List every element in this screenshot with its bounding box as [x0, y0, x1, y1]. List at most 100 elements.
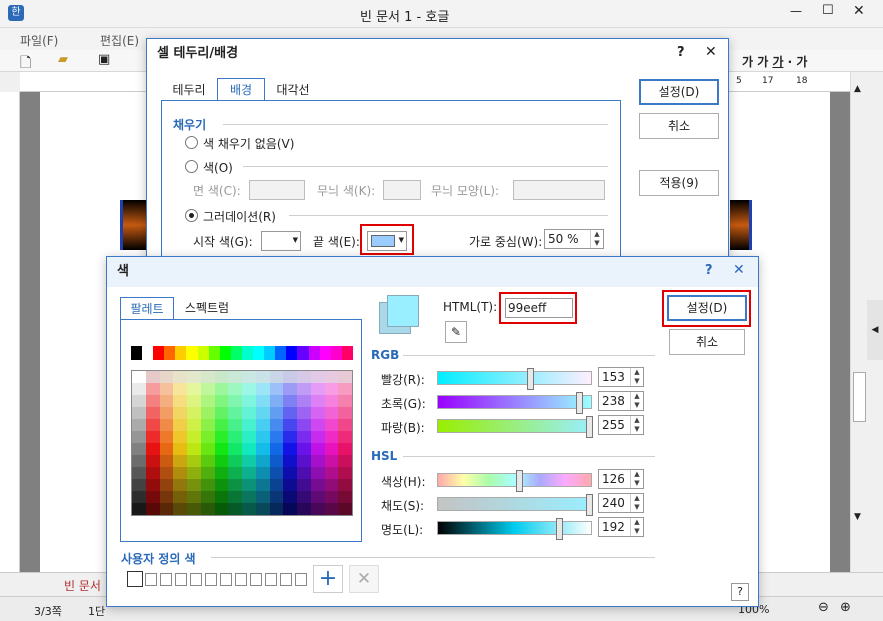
palette-cell[interactable] — [242, 371, 256, 383]
palette-cell[interactable] — [187, 479, 201, 491]
palette-cell[interactable] — [187, 467, 201, 479]
palette-cell[interactable] — [242, 383, 256, 395]
palette-cell[interactable] — [228, 407, 242, 419]
custom-color-slot[interactable] — [250, 573, 262, 586]
eyedropper-icon[interactable]: ✎ — [445, 321, 467, 343]
palette-cell[interactable] — [145, 443, 160, 455]
palette-cell[interactable] — [310, 407, 325, 419]
palette-swatch[interactable] — [197, 346, 209, 360]
palette-cell[interactable] — [297, 491, 311, 503]
palette-cell[interactable] — [324, 491, 339, 503]
hue-slider[interactable] — [437, 470, 592, 492]
spinner-arrows-icon[interactable]: ▲ ▼ — [630, 368, 643, 386]
add-custom-color-icon[interactable]: + — [313, 565, 343, 593]
palette-cell[interactable] — [255, 455, 270, 467]
palette-swatch[interactable] — [319, 346, 331, 360]
sat-slider-thumb[interactable] — [586, 494, 593, 516]
palette-cell[interactable] — [200, 383, 215, 395]
side-collapse-icon[interactable]: ◀ — [867, 300, 883, 360]
palette-swatch[interactable] — [286, 346, 298, 360]
palette-cell[interactable] — [214, 503, 229, 515]
menu-edit[interactable]: 편집(E) — [100, 32, 139, 49]
palette-cell[interactable] — [159, 491, 174, 503]
palette-cell[interactable] — [283, 503, 297, 515]
palette-cell[interactable] — [255, 371, 270, 383]
palette-cell[interactable] — [159, 383, 174, 395]
palette-cell[interactable] — [255, 467, 270, 479]
palette-cell[interactable] — [228, 383, 242, 395]
palette-cell[interactable] — [159, 479, 174, 491]
palette-cell[interactable] — [132, 503, 146, 515]
palette-cell[interactable] — [283, 479, 297, 491]
palette-cell[interactable] — [338, 395, 352, 407]
cell-ok-button[interactable]: 설정(D) — [639, 79, 719, 105]
palette-cell[interactable] — [338, 407, 352, 419]
palette-cell[interactable] — [173, 443, 187, 455]
palette-cell[interactable] — [338, 431, 352, 443]
palette-cell[interactable] — [269, 503, 284, 515]
palette-cell[interactable] — [214, 383, 229, 395]
palette-cell[interactable] — [132, 383, 146, 395]
tab-palette[interactable]: 팔레트 — [120, 297, 174, 319]
lum-spinner[interactable]: 192 ▲ ▼ — [598, 517, 644, 537]
palette-cell[interactable] — [283, 419, 297, 431]
palette-cell[interactable] — [255, 503, 270, 515]
palette-cell[interactable] — [324, 503, 339, 515]
palette-cell[interactable] — [338, 371, 352, 383]
palette-cell[interactable] — [173, 479, 187, 491]
palette-cell[interactable] — [310, 419, 325, 431]
palette-cell[interactable] — [283, 407, 297, 419]
palette-cell[interactable] — [228, 491, 242, 503]
palette-cell[interactable] — [214, 431, 229, 443]
palette-cell[interactable] — [145, 467, 160, 479]
palette-cell[interactable] — [187, 383, 201, 395]
palette-cell[interactable] — [338, 467, 352, 479]
palette-cell[interactable] — [173, 371, 187, 383]
zoom-in-icon[interactable]: ⊕ — [840, 600, 851, 615]
palette-swatch[interactable] — [208, 346, 220, 360]
blue-spinner[interactable]: 255 ▲ ▼ — [598, 415, 644, 435]
palette-cell[interactable] — [132, 467, 146, 479]
palette-cell[interactable] — [324, 419, 339, 431]
palette-cell[interactable] — [145, 383, 160, 395]
palette-cell[interactable] — [200, 455, 215, 467]
palette-swatch[interactable] — [264, 346, 276, 360]
palette-cell[interactable] — [338, 443, 352, 455]
doc-tab[interactable]: 빈 문서 — [64, 577, 101, 594]
palette-cell[interactable] — [324, 431, 339, 443]
custom-color-slot[interactable] — [160, 573, 172, 586]
palette-cell[interactable] — [324, 407, 339, 419]
custom-color-slot[interactable] — [205, 573, 217, 586]
palette-cell[interactable] — [173, 503, 187, 515]
palette-cell[interactable] — [228, 395, 242, 407]
custom-current-swatch[interactable] — [127, 571, 143, 587]
sat-slider[interactable] — [437, 494, 593, 516]
palette-cell[interactable] — [255, 383, 270, 395]
palette-cell[interactable] — [214, 419, 229, 431]
lum-slider[interactable] — [437, 518, 592, 540]
palette-cell[interactable] — [214, 395, 229, 407]
palette-cell[interactable] — [200, 407, 215, 419]
scroll-up-icon[interactable]: ▲ — [854, 84, 861, 94]
close-icon[interactable]: ✕ — [733, 262, 745, 278]
palette-cell[interactable] — [283, 455, 297, 467]
palette-cell[interactable] — [297, 479, 311, 491]
palette-cell[interactable] — [200, 479, 215, 491]
palette-cell[interactable] — [200, 443, 215, 455]
palette-cell[interactable] — [283, 443, 297, 455]
palette-cell[interactable] — [145, 503, 160, 515]
palette-swatch[interactable] — [230, 346, 242, 360]
palette-cell[interactable] — [269, 491, 284, 503]
palette-cell[interactable] — [145, 455, 160, 467]
palette-cell[interactable] — [338, 419, 352, 431]
palette-cell[interactable] — [132, 443, 146, 455]
palette-cell[interactable] — [324, 395, 339, 407]
palette-cell[interactable] — [173, 395, 187, 407]
palette-swatch[interactable] — [297, 346, 309, 360]
palette-cell[interactable] — [228, 455, 242, 467]
palette-cell[interactable] — [310, 503, 325, 515]
palette-cell[interactable] — [228, 419, 242, 431]
palette-cell[interactable] — [255, 431, 270, 443]
palette-cell[interactable] — [310, 479, 325, 491]
blue-slider[interactable] — [437, 416, 593, 438]
